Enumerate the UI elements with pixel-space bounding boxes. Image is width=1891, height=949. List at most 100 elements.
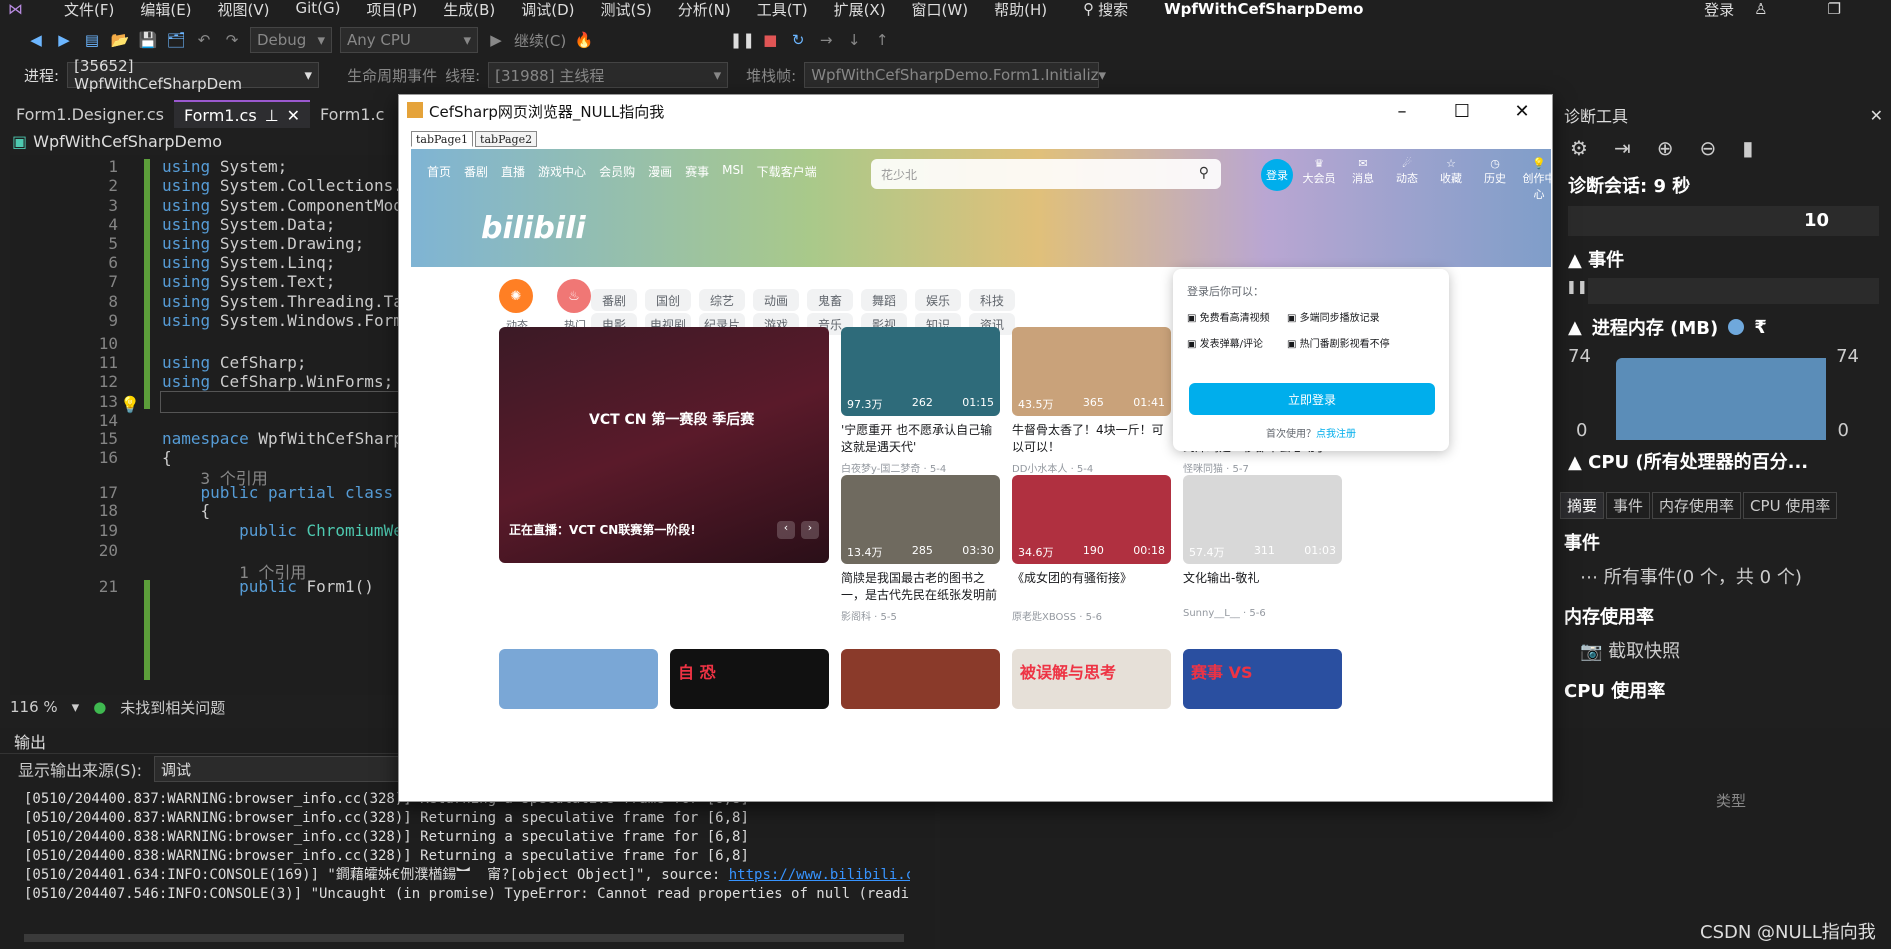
cpu-section[interactable]: ▲ CPU (所有处理器的百分...	[1556, 444, 1891, 478]
play-icon[interactable]: ▶	[486, 30, 506, 50]
close-icon[interactable]: ✕	[1492, 95, 1552, 127]
bar-chart-icon[interactable]: ▮	[1742, 136, 1753, 160]
video-title[interactable]: '宁愿重开 也不愿承认自己输 这就是遇天代'	[841, 422, 1000, 456]
open-icon[interactable]: 📂	[110, 30, 130, 50]
menu-item[interactable]: 视图(V)	[218, 0, 270, 20]
video-thumbnail[interactable]: 自 恐	[670, 649, 829, 709]
all-events-link[interactable]: ⋯ 所有事件(0 个，共 0 个)	[1556, 559, 1891, 593]
video-author[interactable]: DD小水本人 · 5-4	[1012, 460, 1171, 475]
restore-window-icon[interactable]: ❐	[1828, 0, 1841, 18]
save-all-icon[interactable]: 🗂	[166, 30, 186, 50]
menu-item[interactable]: Git(G)	[296, 0, 341, 20]
new-project-icon[interactable]: ▤	[82, 30, 102, 50]
video-card[interactable]: 34.6万 190 00:18 《成女团的有骚衔接》原老匙XBOSS · 5-6	[1012, 475, 1171, 623]
user-nav-item[interactable]: ☆ 收藏	[1433, 157, 1469, 202]
nav-item[interactable]: 漫画	[648, 163, 672, 180]
video-author[interactable]: 白夜梦y-国二梦奇 · 5-4	[841, 460, 1000, 475]
vs-logo-icon[interactable]: ⋈	[8, 0, 36, 18]
dynamic-button[interactable]: ✺ 动态	[499, 279, 535, 333]
continue-button[interactable]: 继续(C)	[514, 30, 566, 51]
events-section[interactable]: ▲ 事件	[1556, 240, 1891, 278]
close-icon[interactable]: ✕	[1870, 106, 1883, 125]
video-thumbnail[interactable]	[499, 649, 658, 709]
video-thumbnail[interactable]: 57.4万 311 01:03	[1183, 475, 1342, 564]
bilibili-logo[interactable]: bilibili	[481, 211, 586, 246]
log-link[interactable]: https://www.bilibili.co	[729, 867, 910, 883]
diag-tab[interactable]: CPU 使用率	[1743, 492, 1838, 519]
menu-item[interactable]: 编辑(E)	[140, 0, 191, 20]
nav-item[interactable]: 下载客户端	[757, 163, 817, 180]
minimize-icon[interactable]: –	[1372, 95, 1432, 127]
video-thumbnail[interactable]: 43.5万 365 01:41	[1012, 327, 1171, 416]
video-card[interactable]: 43.5万 365 01:41 牛督骨太香了！4块一斤！可以可以！ DD小水本人 · 5…	[1012, 327, 1171, 475]
export-icon[interactable]: ⇥	[1614, 136, 1631, 160]
zoom-out-icon[interactable]: ⊖	[1699, 136, 1716, 160]
doc-tab[interactable]: Form1.cs ⊥ ✕	[173, 100, 311, 128]
diag-tab[interactable]: 摘要	[1560, 492, 1605, 519]
step-over-icon[interactable]: →	[816, 30, 836, 50]
bilibili-page[interactable]: 首页 番剧 直播 游戏中心 会员购 漫画 赛事 MSI 下载客户端 花少北 ⚲ 登录 ♛ 大会员 ✉ 消…	[411, 149, 1551, 800]
stack-frame-dropdown[interactable]: WpfWithCefSharpDemo.Form1.Initializ ▾	[804, 62, 1106, 88]
video-title[interactable]: 简牍是我国最古老的图书之一，是古代先民在纸张发明前书写典籍...	[841, 570, 1000, 604]
step-out-icon[interactable]: ↑	[872, 30, 892, 50]
pause-icon[interactable]: ❚❚	[1566, 280, 1588, 295]
forward-icon[interactable]: ▶	[54, 30, 74, 50]
undo-icon[interactable]: ↶	[194, 30, 214, 50]
timeline-ruler[interactable]: 10	[1568, 206, 1879, 236]
video-author[interactable]: 原老匙XBOSS · 5-6	[1012, 608, 1171, 623]
sign-in-link[interactable]: 登录	[1704, 0, 1734, 20]
login-button[interactable]: 登录	[1261, 159, 1293, 191]
video-thumbnail[interactable]	[841, 649, 1000, 709]
zoom-level[interactable]: 116 %	[10, 698, 58, 716]
pause-icon[interactable]: ❚❚	[730, 30, 755, 50]
search-icon[interactable]: ⚲	[1199, 165, 1209, 181]
video-author[interactable]: Sunny__L__ · 5-6	[1183, 608, 1342, 619]
snapshot-button[interactable]: 📷 截取快照	[1556, 633, 1891, 667]
menu-item[interactable]: 生成(B)	[443, 0, 495, 20]
chevron-down-icon[interactable]: ▾	[72, 698, 80, 716]
menu-item[interactable]: 项目(P)	[367, 0, 418, 20]
video-title[interactable]: 《成女团的有骚衔接》	[1012, 570, 1171, 604]
video-card[interactable]: 57.4万 311 01:03 文化输出-敬礼 Sunny__L__ · 5-6	[1183, 475, 1342, 619]
user-nav-item[interactable]: ◷ 历史	[1477, 157, 1513, 202]
issues-status[interactable]: 未找到相关问题	[120, 697, 225, 718]
menu-item[interactable]: 文件(F)	[64, 0, 114, 20]
doc-tab[interactable]: Form1.c	[310, 100, 394, 128]
video-thumbnail[interactable]: 被误解与思考	[1012, 649, 1171, 709]
nav-item[interactable]: 番剧	[464, 163, 488, 180]
nav-item[interactable]: 直播	[501, 163, 525, 180]
stop-icon[interactable]: ■	[760, 30, 780, 50]
video-card[interactable]: 13.4万 285 03:30 简牍是我国最古老的图书之一，是古代先民在纸张发明前书写…	[841, 475, 1000, 623]
class-navigation-bar[interactable]: ▣ WpfWithCefSharpDemo	[12, 130, 402, 152]
memory-section[interactable]: ▲ 进程内存 (MB) ₹	[1556, 310, 1891, 344]
search-box[interactable]: 花少北 ⚲	[871, 159, 1221, 189]
diag-tab[interactable]: 内存使用率	[1652, 492, 1742, 519]
channel-chip[interactable]: 国创	[645, 289, 691, 311]
channel-chip[interactable]: 娱乐	[915, 289, 961, 311]
platform-dropdown[interactable]: Any CPU ▾	[340, 27, 478, 53]
video-thumbnail[interactable]: 34.6万 190 00:18	[1012, 475, 1171, 564]
search-icon[interactable]: ⚲	[1083, 0, 1094, 18]
maximize-icon[interactable]: ☐	[1432, 95, 1492, 127]
user-nav-item[interactable]: ♛ 大会员	[1301, 157, 1337, 202]
channel-chip[interactable]: 综艺	[699, 289, 745, 311]
video-title[interactable]: 文化输出-敬礼	[1183, 570, 1342, 604]
channel-chip[interactable]: 鬼畜	[807, 289, 853, 311]
menu-item[interactable]: 扩展(X)	[834, 0, 886, 20]
nav-item[interactable]: 赛事	[685, 163, 709, 180]
carousel-prev-button[interactable]: ‹	[777, 521, 795, 539]
login-now-button[interactable]: 立即登录	[1189, 383, 1435, 415]
user-nav-item[interactable]: ☄ 动态	[1389, 157, 1425, 202]
nav-item[interactable]: 首页	[427, 163, 451, 180]
video-thumbnail[interactable]: 赛事 VS	[1183, 649, 1342, 709]
menu-item[interactable]: 分析(N)	[678, 0, 731, 20]
code-editor[interactable]: 💡 1 using System; 2 using System.Collectio…	[10, 155, 400, 695]
channel-chip[interactable]: 舞蹈	[861, 289, 907, 311]
save-icon[interactable]: 💾	[138, 30, 158, 50]
lifecycle-events-label[interactable]: 生命周期事件	[347, 65, 437, 86]
column-header-type[interactable]: 类型	[1716, 790, 1746, 811]
hot-button[interactable]: ♨ 热门	[557, 279, 593, 333]
carousel[interactable]: VCT CN 第一赛段 季后赛 正在直播：VCT CN联赛第一阶段! ‹ ›	[499, 327, 829, 563]
register-link[interactable]: 点我注册	[1316, 429, 1356, 440]
search-menu[interactable]: 搜索	[1098, 0, 1128, 20]
